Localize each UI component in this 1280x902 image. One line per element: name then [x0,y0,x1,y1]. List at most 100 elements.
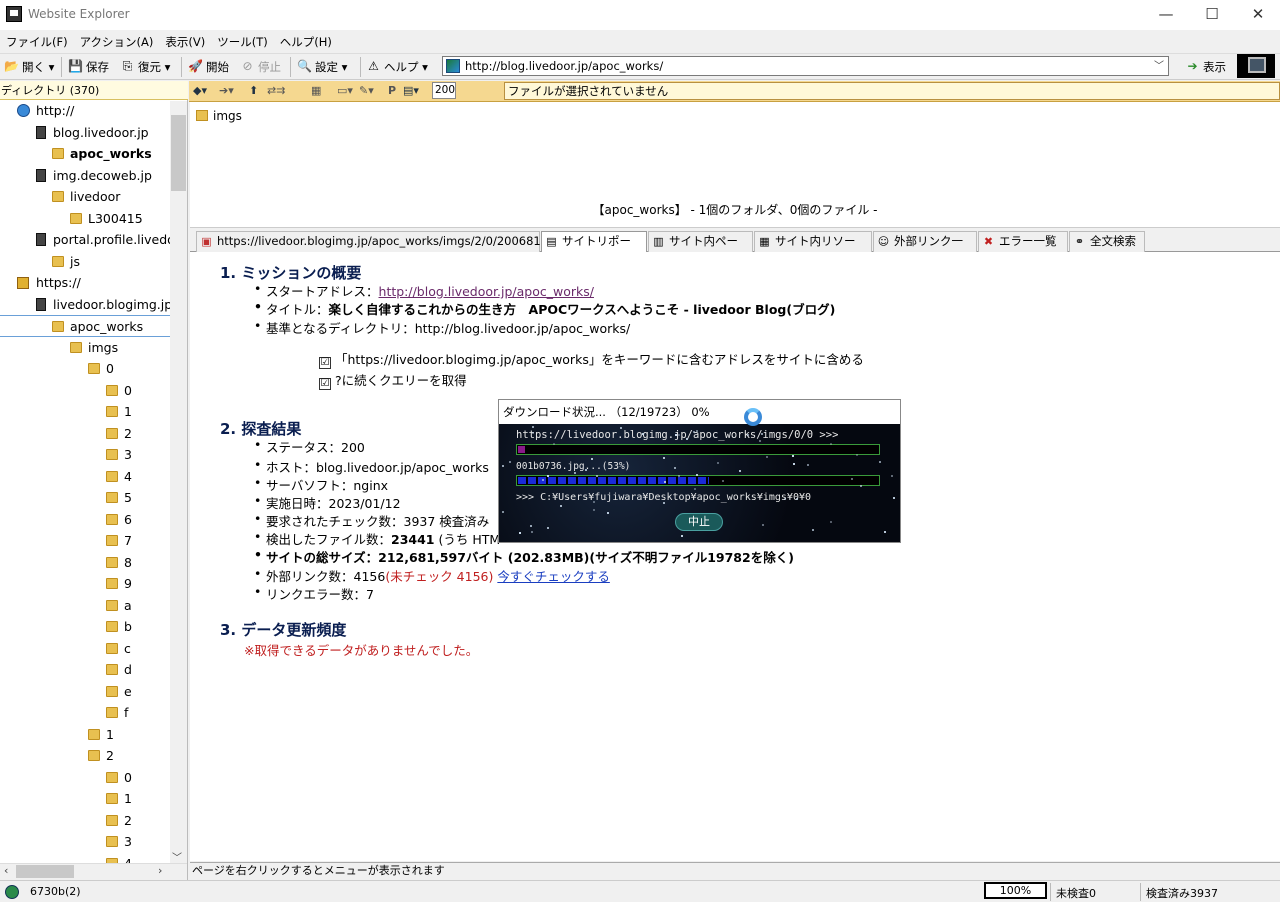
tab-2[interactable]: ▥サイト内ページ [648,231,753,267]
tab-4[interactable]: ☺外部リンク一覧 [873,231,977,267]
tree-scroll-thumb[interactable] [171,115,186,191]
restore-button[interactable]: ⎘ 復元 ▾ [118,57,171,77]
tool-icon[interactable]: ✎▾ [359,84,374,97]
star-decoration [596,475,598,477]
tree-node[interactable]: e [0,681,170,703]
tree-node[interactable]: 9 [0,573,170,595]
tree-node[interactable]: c [0,638,170,660]
tree-node[interactable]: 4 [0,466,170,488]
tab-5[interactable]: ✖ エラー一覧 [978,231,1068,252]
tree-node[interactable]: a [0,595,170,617]
tree-node[interactable]: 1 [0,788,170,810]
tab-3[interactable]: ▦サイト内リソース [754,231,872,267]
tree-node-label: img.decoweb.jp [53,167,152,183]
tree-node[interactable]: img.decoweb.jp [0,165,170,187]
tree-node[interactable]: portal.profile.livedoor [0,229,170,251]
star-decoration [761,433,763,435]
tree-node[interactable]: livedoor.blogimg.jp [0,294,170,316]
stop-button[interactable]: ⊘ 停止 [238,57,281,77]
menu-tools[interactable]: ツール(T) [211,30,274,50]
tree-node[interactable]: 6 [0,509,170,531]
zoom-select[interactable]: 200 [432,82,456,99]
checkbox-checked-icon[interactable]: ☑ [319,357,331,369]
help-button[interactable]: ⚠ ヘルプ ▾ [364,57,428,77]
tree-node[interactable]: 5 [0,487,170,509]
tree-node[interactable]: 7 [0,530,170,552]
tree-node[interactable]: 0 [0,380,170,402]
tree-node[interactable]: 2 [0,423,170,445]
tree-node-label: livedoor.blogimg.jp [53,296,170,312]
tree-node[interactable]: 4 [0,853,170,863]
tree-node[interactable]: 3 [0,831,170,853]
tree-node[interactable]: 1 [0,724,170,746]
tree-node[interactable]: 1 [0,401,170,423]
forward-icon[interactable]: ➔▾ [219,84,234,97]
tree-node[interactable]: apoc_works [0,315,170,337]
tree-node[interactable]: 0 [0,358,170,380]
tree-node[interactable]: apoc_works [0,143,170,165]
start-button[interactable]: 🚀 開始 [186,57,229,77]
tree-hscroll-thumb[interactable] [16,865,74,878]
menu-file[interactable]: ファイル(F) [0,30,74,50]
layout-icon[interactable]: ▭▾ [337,84,353,97]
tree-node[interactable]: livedoor [0,186,170,208]
tree-node[interactable]: 8 [0,552,170,574]
menu-help[interactable]: ヘルプ(H) [274,30,338,50]
tree-node[interactable]: 2 [0,810,170,832]
scroll-down-icon[interactable]: ﹀ [172,849,182,864]
query-option[interactable]: ☑ ?に続くクエリーを取得 [319,370,467,390]
check-now-link[interactable]: 今すぐチェックする [497,569,610,584]
tree-node[interactable]: 3 [0,444,170,466]
up-icon[interactable]: ⬆ [249,84,258,97]
calendar-icon[interactable]: ▤▾ [403,84,419,97]
star-decoration [796,498,798,500]
tab-1[interactable]: ▤サイトリポート [541,231,647,267]
tree-node[interactable]: b [0,616,170,638]
menu-action[interactable]: アクション(A) [74,30,160,50]
minimize-button[interactable]: — [1143,0,1189,30]
star-decoration [830,443,832,445]
tree-node[interactable]: http:// [0,100,170,122]
go-button[interactable]: ➔ 表示 [1183,57,1226,77]
back-icon[interactable]: ◆▾ [193,84,207,97]
tree-vertical-scrollbar[interactable] [170,101,187,863]
tree-node[interactable]: 2 [0,745,170,767]
checkbox-checked-icon[interactable]: ☑ [319,378,331,390]
stop-download-button[interactable]: 中止 [675,513,723,531]
tree-node[interactable]: imgs [0,337,170,359]
tree-node-label: http:// [36,103,75,118]
open-button[interactable]: 📂 開く ▾ [2,57,54,77]
scroll-left-icon[interactable]: ‹ [4,864,8,877]
tree-node[interactable]: blog.livedoor.jp [0,122,170,144]
menu-view[interactable]: 表示(V) [159,30,211,50]
folder-item[interactable]: imgs [196,109,242,123]
tree-node-label: 4 [124,468,132,484]
chevron-down-icon[interactable]: ﹀ [1152,58,1166,74]
maximize-button[interactable]: ☐ [1189,0,1235,30]
p-icon[interactable]: P [388,84,396,97]
sync-icon[interactable]: ⇄⇉ [267,84,285,97]
stop-icon: ⊘ [242,59,253,73]
tree-node[interactable]: f [0,702,170,724]
settings-button[interactable]: 🔍 設定 ▾ [295,57,347,77]
tree-node[interactable]: js [0,251,170,273]
save-button[interactable]: 💾 保存 [66,57,109,77]
network-icon [5,885,19,899]
tree-node[interactable]: d [0,659,170,681]
tree-node[interactable]: https:// [0,272,170,294]
tree-node[interactable]: 0 [0,767,170,789]
tree-view-icon[interactable]: ▦ [311,84,321,97]
address-combobox[interactable]: http://blog.livedoor.jp/apoc_works/ ﹀ [442,56,1169,76]
file-progress-bar [516,475,880,486]
include-keyword-option[interactable]: ☑ 「https://livedoor.blogimg.jp/apoc_works… [319,349,864,369]
start-address-link[interactable]: http://blog.livedoor.jp/apoc_works/ [379,284,594,299]
page-status-bar: ページを右クリックするとメニューが表示されます [190,862,1280,879]
close-button[interactable]: ✕ [1235,0,1280,30]
scroll-right-icon[interactable]: › [158,864,162,877]
tree-node-label: f [124,705,129,720]
folder-icon [52,191,64,202]
folder-icon [106,406,118,417]
tree-node[interactable]: L300415 [0,208,170,230]
tab-0[interactable]: ▣ https://livedoor.blogimg.jp/apoc_works/… [196,231,577,252]
tab-6[interactable]: ⚭ 全文検索 [1069,231,1145,252]
